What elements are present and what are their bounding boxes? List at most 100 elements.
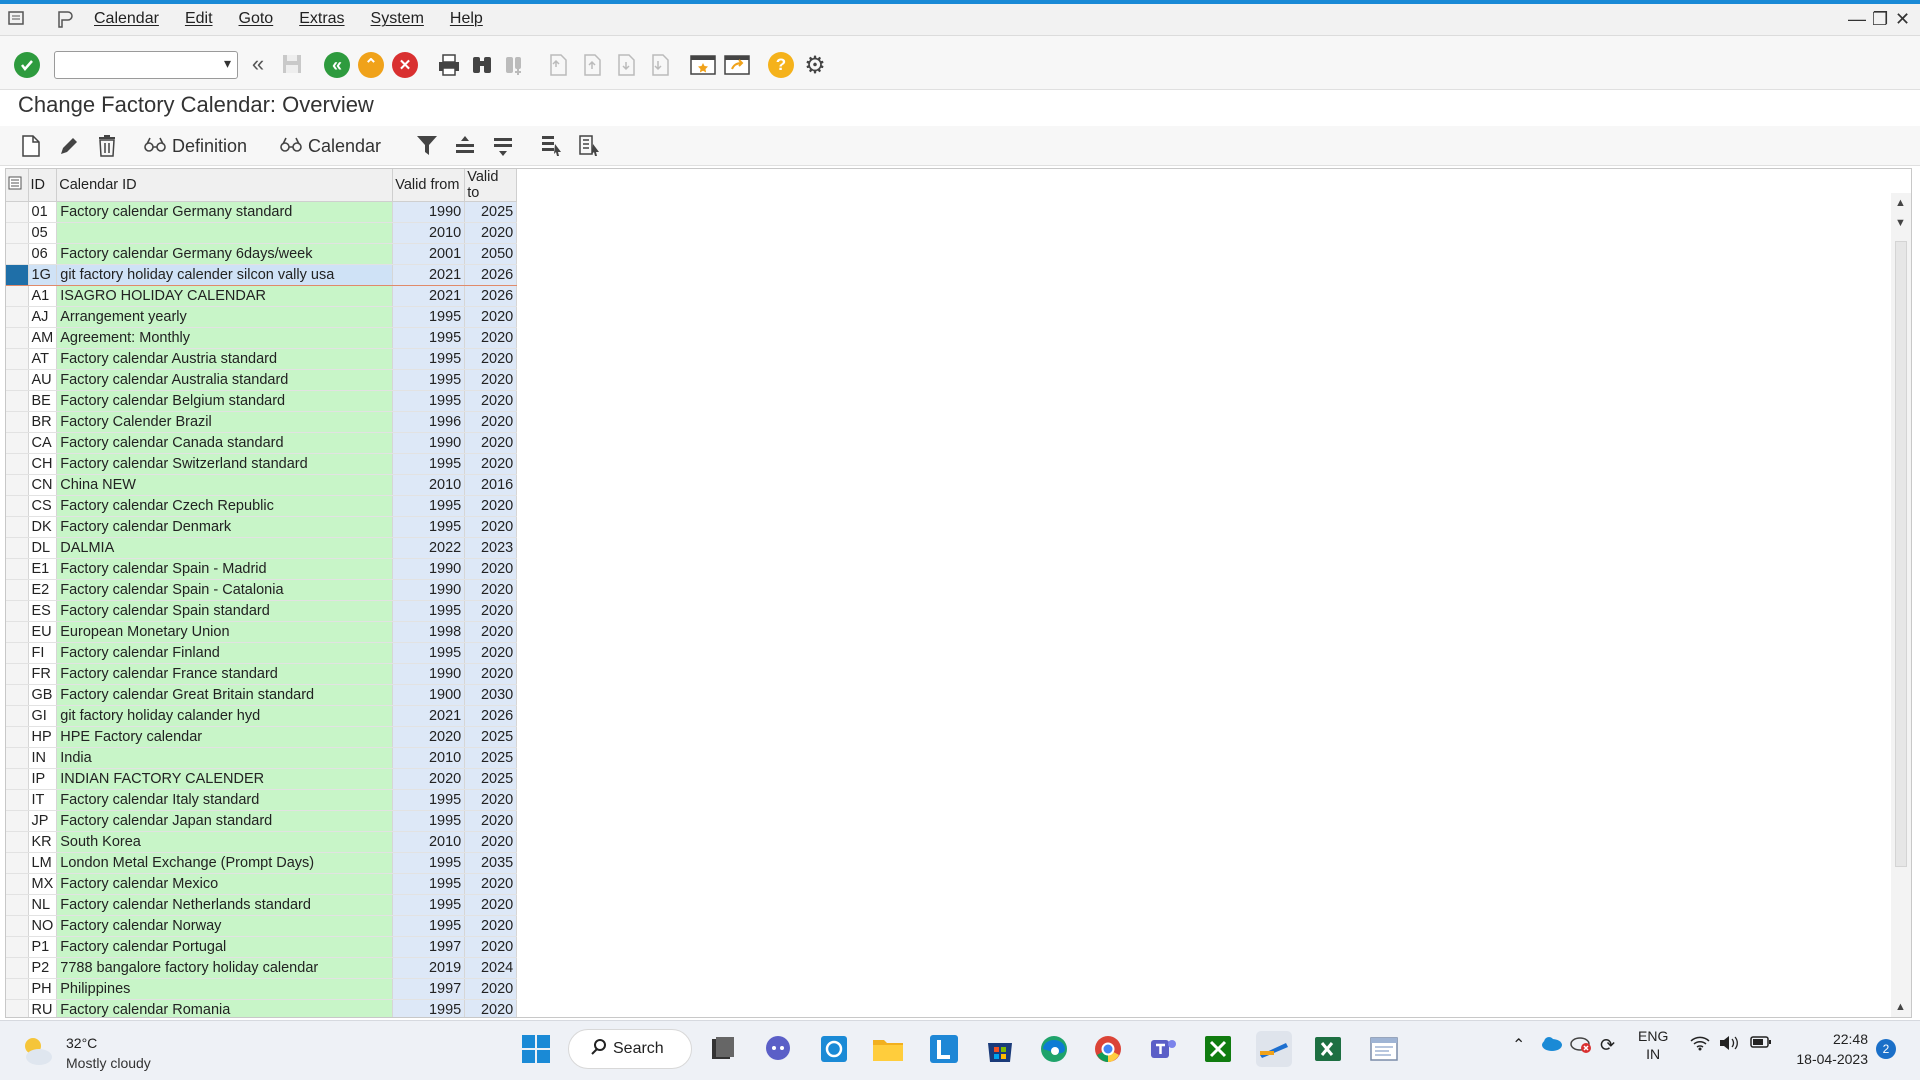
battery-icon[interactable]: [1750, 1035, 1772, 1052]
cell-valid-to[interactable]: 2020: [464, 810, 518, 832]
new-entries-icon[interactable]: [18, 132, 44, 160]
cell-calendar-description[interactable]: Factory calendar Norway: [56, 915, 394, 937]
cell-valid-to[interactable]: 2025: [464, 201, 518, 223]
row-selector[interactable]: [6, 642, 29, 664]
cell-calendar-description[interactable]: London Metal Exchange (Prompt Days): [56, 852, 394, 874]
microsoft-store-icon[interactable]: [982, 1031, 1018, 1067]
cell-valid-from[interactable]: 1995: [392, 348, 466, 370]
cell-valid-from[interactable]: 2022: [392, 537, 466, 559]
cell-id[interactable]: BE: [28, 390, 58, 412]
table-row[interactable]: AJ Arrangement yearly 1995 2020: [6, 306, 518, 328]
row-selector[interactable]: [6, 579, 29, 601]
cell-valid-to[interactable]: 2020: [464, 894, 518, 916]
cell-valid-to[interactable]: 2020: [464, 411, 518, 433]
table-row[interactable]: MX Factory calendar Mexico 1995 2020: [6, 873, 518, 895]
menu-goto[interactable]: Goto: [239, 10, 274, 28]
table-row[interactable]: RU Factory calendar Romania 1995 2020: [6, 999, 518, 1017]
row-selector[interactable]: [6, 789, 29, 811]
cell-valid-to[interactable]: 2020: [464, 327, 518, 349]
cell-calendar-description[interactable]: Factory calendar Germany standard: [56, 201, 394, 223]
cell-id[interactable]: HP: [28, 726, 58, 748]
table-row[interactable]: CS Factory calendar Czech Republic 1995 202…: [6, 495, 518, 517]
find-icon[interactable]: [469, 52, 495, 78]
cell-valid-from[interactable]: 1995: [392, 852, 466, 874]
row-selector[interactable]: [6, 684, 29, 706]
cell-id[interactable]: GB: [28, 684, 58, 706]
close-window-icon[interactable]: ✕: [1895, 9, 1910, 30]
cortana-icon[interactable]: [816, 1031, 852, 1067]
cell-id[interactable]: IN: [28, 747, 58, 769]
language-indicator[interactable]: ENG IN: [1638, 1027, 1668, 1063]
cell-valid-to[interactable]: 2020: [464, 579, 518, 601]
row-selector[interactable]: [6, 558, 29, 580]
cancel-icon[interactable]: ✕: [392, 52, 418, 78]
table-row[interactable]: LM London Metal Exchange (Prompt Days) 199…: [6, 852, 518, 874]
cell-valid-from[interactable]: 2010: [392, 474, 466, 496]
row-selector[interactable]: [6, 768, 29, 790]
menu-system[interactable]: System: [371, 10, 424, 28]
cell-id[interactable]: AM: [28, 327, 58, 349]
enter-check-icon[interactable]: [14, 52, 40, 78]
cell-valid-from[interactable]: 1995: [392, 915, 466, 937]
cell-valid-to[interactable]: 2020: [464, 369, 518, 391]
menu-extras[interactable]: Extras: [299, 10, 344, 28]
sap-gui-window-icon[interactable]: [1366, 1031, 1402, 1067]
cell-id[interactable]: P1: [28, 936, 58, 958]
row-selector[interactable]: [6, 726, 29, 748]
cell-valid-to[interactable]: 2050: [464, 243, 518, 265]
cell-valid-from[interactable]: 1995: [392, 327, 466, 349]
cell-valid-to[interactable]: 2026: [464, 285, 518, 307]
chevron-down-icon[interactable]: ▾: [224, 55, 231, 72]
table-row[interactable]: JP Factory calendar Japan standard 1995 202…: [6, 810, 518, 832]
cell-calendar-description[interactable]: Factory calendar Spain - Madrid: [56, 558, 394, 580]
cell-valid-from[interactable]: 2001: [392, 243, 466, 265]
minimize-icon[interactable]: —: [1848, 9, 1866, 30]
table-row[interactable]: DL DALMIA 2022 2023: [6, 537, 518, 559]
cell-valid-from[interactable]: 2010: [392, 222, 466, 244]
cell-valid-from[interactable]: 2021: [392, 285, 466, 307]
app-l-icon[interactable]: [926, 1031, 962, 1067]
cell-valid-from[interactable]: 1995: [392, 894, 466, 916]
cell-calendar-description[interactable]: Factory calendar France standard: [56, 663, 394, 685]
menu-calendar[interactable]: Calendar: [94, 10, 159, 28]
cell-valid-to[interactable]: 2026: [464, 705, 518, 727]
cell-valid-to[interactable]: 2020: [464, 432, 518, 454]
volume-icon[interactable]: [1718, 1035, 1740, 1054]
cell-calendar-description[interactable]: Arrangement yearly: [56, 306, 394, 328]
cell-calendar-description[interactable]: Factory calendar Italy standard: [56, 789, 394, 811]
taskbar-search[interactable]: Search: [568, 1029, 692, 1069]
row-selector[interactable]: [6, 600, 29, 622]
cell-id[interactable]: BR: [28, 411, 58, 433]
menu-toggle-icon[interactable]: [8, 10, 26, 31]
xbox-icon[interactable]: [1200, 1031, 1236, 1067]
cell-calendar-description[interactable]: Factory calendar Germany 6days/week: [56, 243, 394, 265]
table-row[interactable]: P1 Factory calendar Portugal 1997 2020: [6, 936, 518, 958]
table-row[interactable]: 01 Factory calendar Germany standard 1990 2…: [6, 201, 518, 223]
menu-help[interactable]: Help: [450, 10, 483, 28]
windows-start-icon[interactable]: [518, 1031, 554, 1067]
table-row[interactable]: P2 7788 bangalore factory holiday calenda…: [6, 957, 518, 979]
cell-valid-to[interactable]: 2020: [464, 978, 518, 1000]
definition-button[interactable]: Definition: [144, 132, 256, 160]
cell-calendar-description[interactable]: India: [56, 747, 394, 769]
table-row[interactable]: IT Factory calendar Italy standard 1995 202…: [6, 789, 518, 811]
show-hidden-icons-chevron-icon[interactable]: ⌃: [1512, 1035, 1525, 1055]
edge-browser-icon[interactable]: [1036, 1031, 1072, 1067]
cell-id[interactable]: CN: [28, 474, 58, 496]
cell-valid-to[interactable]: 2020: [464, 831, 518, 853]
row-selector[interactable]: [6, 852, 29, 874]
cell-id[interactable]: PH: [28, 978, 58, 1000]
cell-valid-from[interactable]: 1995: [392, 789, 466, 811]
cloud-error-icon[interactable]: [1570, 1035, 1592, 1056]
table-row[interactable]: NL Factory calendar Netherlands standard 1…: [6, 894, 518, 916]
cell-id[interactable]: MX: [28, 873, 58, 895]
sap-logo-icon[interactable]: [56, 10, 74, 33]
next-page-icon[interactable]: [614, 52, 638, 78]
row-selector[interactable]: [6, 264, 29, 286]
cell-calendar-description[interactable]: Factory calendar Spain standard: [56, 600, 394, 622]
col-header-valid-from[interactable]: Valid from: [392, 169, 466, 202]
cell-valid-to[interactable]: 2020: [464, 873, 518, 895]
cell-calendar-description[interactable]: Factory Calender Brazil: [56, 411, 394, 433]
last-page-icon[interactable]: [648, 52, 672, 78]
cell-id[interactable]: IT: [28, 789, 58, 811]
